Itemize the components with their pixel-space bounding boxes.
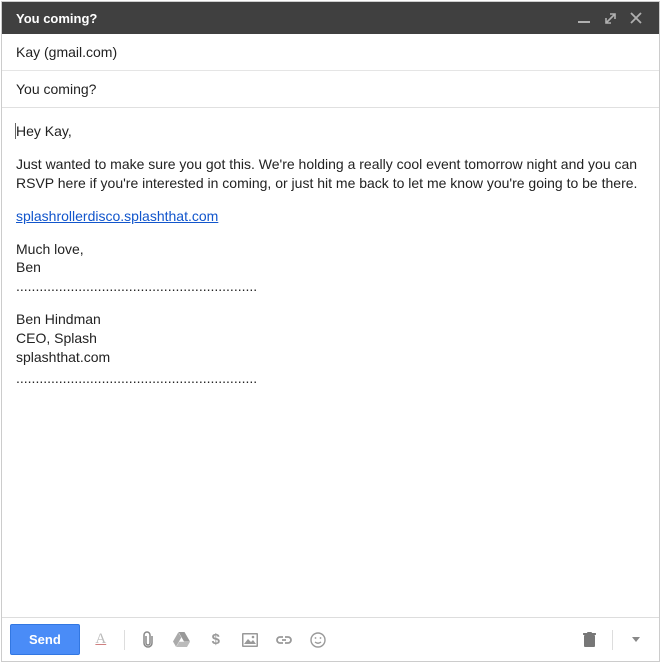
signature-name: Ben Hindman <box>16 310 645 329</box>
message-body[interactable]: Hey Kay, Just wanted to make sure you go… <box>2 108 659 617</box>
titlebar[interactable]: You coming? <box>2 2 659 34</box>
link-icon <box>275 635 293 645</box>
signature-separator-bottom: ........................................… <box>16 369 645 388</box>
drive-icon <box>173 632 190 647</box>
toolbar-separator <box>124 630 125 650</box>
body-paragraph: Just wanted to make sure you got this. W… <box>16 155 645 193</box>
window-title: You coming? <box>16 11 97 26</box>
money-button[interactable]: $ <box>201 625 231 655</box>
to-field[interactable]: Kay (gmail.com) <box>2 34 659 70</box>
signature-site: splashthat.com <box>16 348 645 367</box>
chevron-down-icon <box>632 637 640 642</box>
compose-toolbar: Send A $ <box>2 617 659 661</box>
rsvp-link[interactable]: splashrollerdisco.splashthat.com <box>16 208 218 224</box>
body-closing-line1: Much love, <box>16 241 84 257</box>
signature-separator-top: ........................................… <box>16 277 645 296</box>
trash-icon <box>583 632 596 647</box>
more-options-button[interactable] <box>621 625 651 655</box>
signature-title: CEO, Splash <box>16 329 645 348</box>
compose-window: You coming? Kay (gmail.com) You coming? … <box>1 1 660 662</box>
subject-field[interactable]: You coming? <box>2 70 659 107</box>
to-value: Kay (gmail.com) <box>16 44 117 60</box>
insert-photo-button[interactable] <box>235 625 265 655</box>
minimize-button[interactable] <box>571 5 597 31</box>
body-closing-line2: Ben <box>16 259 41 275</box>
paperclip-icon <box>140 631 156 649</box>
header-fields: Kay (gmail.com) You coming? <box>2 34 659 108</box>
body-greeting: Hey Kay, <box>16 122 645 141</box>
close-button[interactable] <box>623 5 649 31</box>
drive-button[interactable] <box>167 625 197 655</box>
popout-button[interactable] <box>597 5 623 31</box>
toolbar-separator-right <box>612 630 613 650</box>
formatting-button[interactable]: A <box>86 625 116 655</box>
send-button[interactable]: Send <box>10 624 80 655</box>
attach-button[interactable] <box>133 625 163 655</box>
dollar-icon: $ <box>212 631 220 648</box>
subject-value: You coming? <box>16 81 96 97</box>
discard-button[interactable] <box>574 625 604 655</box>
emoji-icon <box>310 632 326 648</box>
format-icon: A <box>95 631 106 648</box>
photo-icon <box>242 633 258 647</box>
emoji-button[interactable] <box>303 625 333 655</box>
insert-link-button[interactable] <box>269 625 299 655</box>
